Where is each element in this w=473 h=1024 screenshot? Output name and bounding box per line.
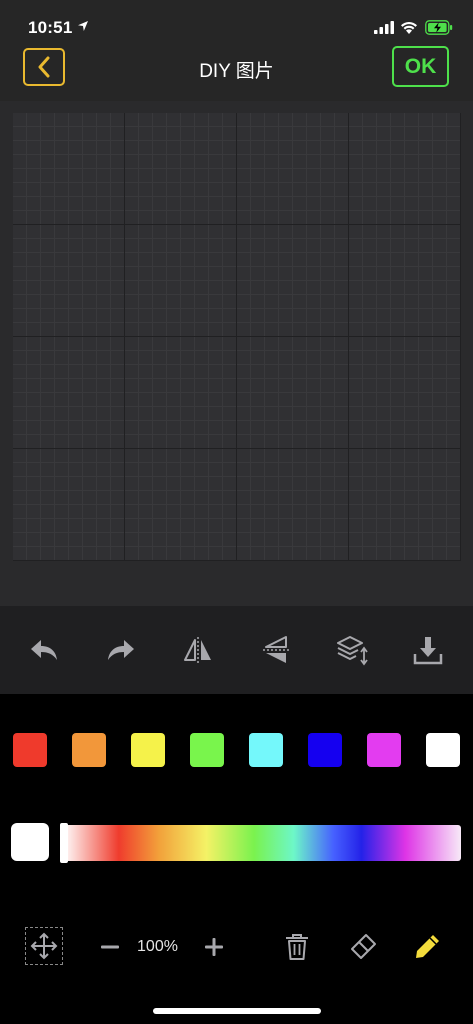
color-swatch[interactable] bbox=[249, 733, 283, 767]
flip-vertical-button[interactable] bbox=[258, 632, 294, 668]
download-icon bbox=[413, 637, 443, 665]
flip-horizontal-icon bbox=[184, 637, 211, 663]
status-time: 10:51 bbox=[28, 18, 73, 37]
zoom-level-label: 100% bbox=[137, 938, 178, 955]
cellular-signal-icon bbox=[374, 21, 394, 34]
color-swatch[interactable] bbox=[426, 733, 460, 767]
home-indicator bbox=[153, 1008, 321, 1014]
zoom-in-button[interactable] bbox=[202, 935, 226, 959]
hue-slider[interactable] bbox=[63, 825, 461, 861]
color-swatch[interactable] bbox=[308, 733, 342, 767]
redo-button[interactable] bbox=[103, 632, 139, 668]
undo-icon bbox=[31, 640, 57, 660]
location-arrow-icon bbox=[78, 21, 88, 31]
color-swatch[interactable] bbox=[367, 733, 401, 767]
move-tool-button[interactable] bbox=[25, 927, 63, 965]
flip-vertical-icon bbox=[263, 636, 289, 663]
undo-button[interactable] bbox=[26, 632, 62, 668]
color-swatch[interactable] bbox=[131, 733, 165, 767]
download-button[interactable] bbox=[410, 632, 446, 668]
eraser-icon[interactable] bbox=[348, 932, 378, 962]
flip-horizontal-button[interactable] bbox=[180, 632, 216, 668]
pencil-icon[interactable] bbox=[412, 932, 442, 962]
color-swatch[interactable] bbox=[72, 733, 106, 767]
layers-icon bbox=[337, 636, 368, 666]
edit-toolbar bbox=[0, 606, 473, 694]
minus-icon bbox=[101, 945, 119, 949]
redo-icon bbox=[108, 640, 134, 660]
plus-icon bbox=[205, 938, 223, 956]
color-swatch[interactable] bbox=[190, 733, 224, 767]
battery-charging-icon bbox=[425, 20, 453, 35]
layers-button[interactable] bbox=[335, 632, 371, 668]
hue-slider-handle[interactable] bbox=[60, 823, 68, 863]
move-arrows-icon bbox=[30, 932, 58, 960]
wifi-icon bbox=[401, 21, 417, 34]
current-color-swatch[interactable] bbox=[11, 823, 49, 861]
pixel-grid-canvas[interactable] bbox=[13, 113, 461, 561]
ok-button[interactable]: OK bbox=[392, 46, 449, 87]
trash-icon[interactable] bbox=[284, 933, 310, 961]
color-swatch[interactable] bbox=[13, 733, 47, 767]
zoom-out-button[interactable] bbox=[98, 935, 122, 959]
